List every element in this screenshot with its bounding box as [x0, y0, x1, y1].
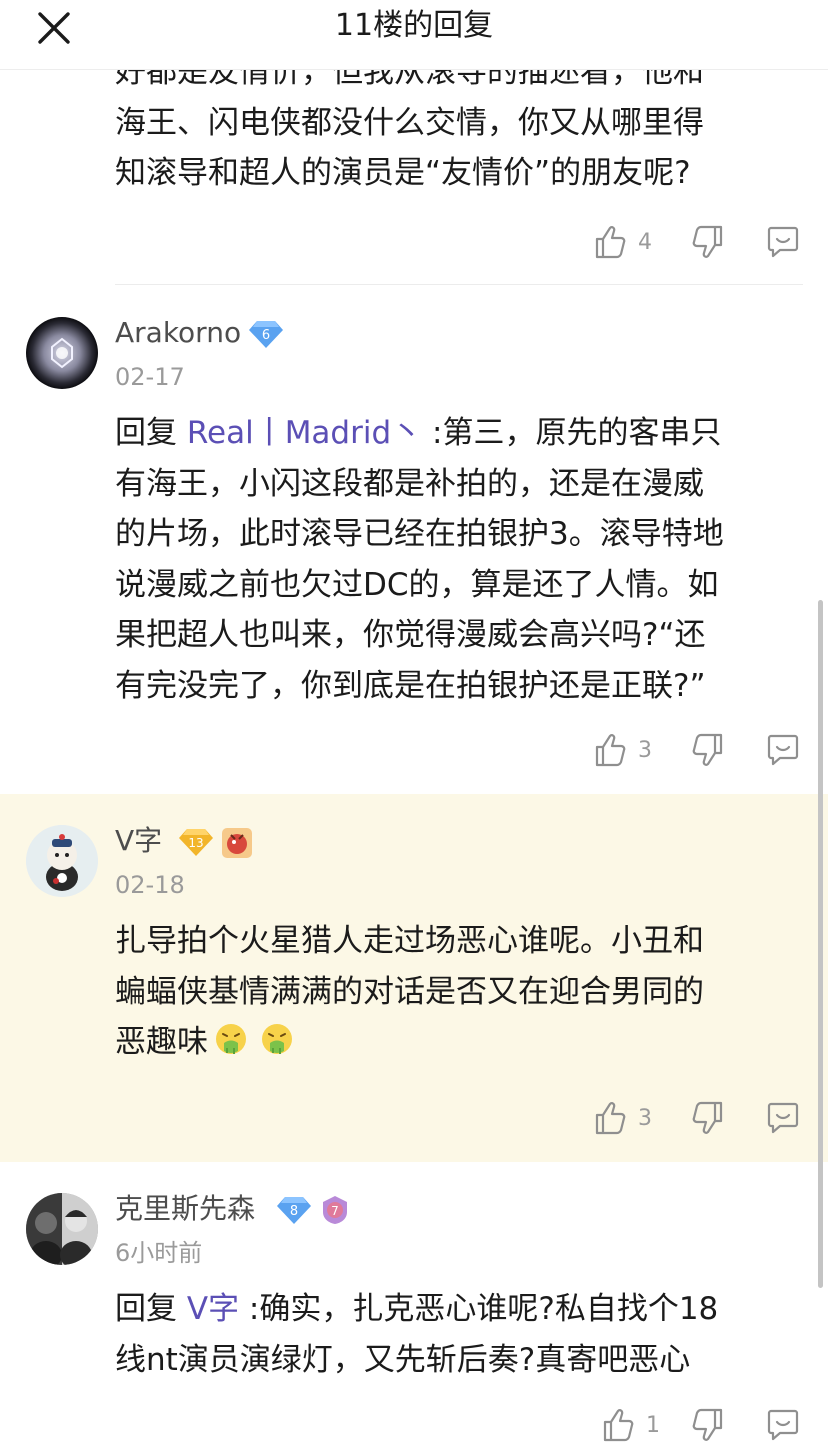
comment-actions: 1: [594, 1405, 808, 1445]
comment-line: 有完没完了，你到底是在拍银护还是正联?”: [115, 667, 706, 704]
thumbs-up-icon: [595, 1102, 626, 1135]
thumbs-down-icon: [692, 225, 723, 258]
level-badge: 8: [276, 1195, 312, 1225]
like-count: 1: [646, 1412, 660, 1438]
top-bar: 11楼的回复: [0, 0, 828, 70]
avatar[interactable]: [26, 317, 98, 389]
comment-text: 回复 Real丨Madrid丶 :第三，原先的客串只 有海王，小闪这段都是补拍的…: [115, 408, 805, 711]
page-title: 11楼的回复: [334, 8, 494, 43]
like-count: 3: [638, 1105, 652, 1131]
comment-line: 线nt演员演绿灯，又先斩后奏?真寄吧恶心: [115, 1341, 691, 1378]
like-count: 4: [638, 229, 652, 255]
dislike-button[interactable]: [690, 1098, 724, 1138]
comment-bubble-icon: [767, 1102, 799, 1134]
thumbs-up-icon: [595, 226, 626, 259]
comment-text: 好都是友情价，但我从滚导的描述看，他和 海王、闪电侠都没什么交情，你又从哪里得 …: [115, 70, 805, 199]
comment-actions: 3: [594, 1098, 808, 1138]
svg-text:8: 8: [290, 1204, 298, 1219]
svg-text:7: 7: [331, 1204, 339, 1218]
reply-button[interactable]: [766, 730, 800, 770]
divider: [115, 284, 803, 285]
comment-line: 蝙蝠侠基情满满的对话是否又在迎合男同的: [115, 973, 704, 1010]
username[interactable]: Arakorno: [115, 315, 241, 351]
fan-medal-icon: 7: [319, 1194, 351, 1226]
reply-button[interactable]: [766, 1405, 800, 1445]
comment-line: 海王、闪电侠都没什么交情，你又从哪里得: [115, 104, 704, 141]
dislike-button[interactable]: [690, 222, 724, 262]
like-button[interactable]: 3: [594, 1098, 652, 1138]
level-badge: 13: [178, 827, 214, 857]
reply-mention-link[interactable]: Real丨Madrid丶: [187, 415, 422, 451]
comment-line: 有海王，小闪这段都是补拍的，还是在漫威: [115, 465, 704, 502]
dislike-button[interactable]: [690, 1405, 724, 1445]
username[interactable]: 克里斯先森: [115, 1191, 255, 1227]
reply-button[interactable]: [766, 222, 800, 262]
comment-line: 回复 Real丨Madrid丶 :第三，原先的客串只: [115, 408, 805, 459]
comment-line-rest: :第三，原先的客串只: [422, 415, 722, 451]
reply-mention-link[interactable]: V字: [187, 1291, 239, 1327]
comment-line: 好都是友情价，但我从滚导的描述看，他和: [115, 70, 704, 90]
avatar[interactable]: [26, 825, 98, 897]
svg-text:13: 13: [188, 836, 203, 850]
comment-date: 02-17: [115, 363, 185, 391]
reply-button[interactable]: [766, 1098, 800, 1138]
comment-line: 果把超人也叫来，你觉得漫威会高兴吗?“还: [115, 617, 706, 653]
like-button[interactable]: 3: [594, 730, 652, 770]
comment-line: 说漫威之前也欠过DC的，算是还了人情。如: [115, 566, 719, 603]
comment-line-text: 恶趣味: [115, 1024, 208, 1060]
comment-bubble-icon: [767, 734, 799, 766]
vomit-emoji-icon: [216, 1024, 246, 1054]
comment-bubble-icon: [767, 226, 799, 258]
comment-list[interactable]: 好都是友情价，但我从滚导的描述看，他和 海王、闪电侠都没什么交情，你又从哪里得 …: [0, 70, 828, 1453]
comment-text: 回复 V字 :确实，扎克恶心谁呢?私自找个18 线nt演员演绿灯，又先斩后奏?真…: [115, 1284, 805, 1385]
comment-text: 扎导拍个火星猎人走过场恶心谁呢。小丑和 蝙蝠侠基情满满的对话是否又在迎合男同的 …: [115, 916, 805, 1068]
like-button[interactable]: 4: [594, 222, 652, 262]
like-button[interactable]: 1: [602, 1405, 660, 1445]
thumbs-down-icon: [692, 1408, 723, 1441]
thumbs-down-icon: [692, 733, 723, 766]
comment-line: 回复 V字 :确实，扎克恶心谁呢?私自找个18: [115, 1284, 805, 1335]
vomit-emoji-icon: [262, 1024, 292, 1054]
level-badge: 6: [248, 319, 284, 349]
comment-actions: 3: [594, 730, 808, 770]
reply-prefix: 回复: [115, 415, 187, 451]
comment-line: 恶趣味: [115, 1017, 805, 1068]
username[interactable]: V字: [115, 823, 162, 859]
comment-line: 扎导拍个火星猎人走过场恶心谁呢。小丑和: [115, 923, 704, 959]
dislike-button[interactable]: [690, 730, 724, 770]
thumbs-up-icon: [603, 1409, 634, 1442]
svg-text:6: 6: [262, 328, 270, 343]
comment-line: 的片场，此时滚导已经在拍银护3。滚导特地: [115, 516, 724, 552]
thumbs-down-icon: [692, 1101, 723, 1134]
avatar[interactable]: [26, 1193, 98, 1265]
fan-medal-icon: [221, 827, 253, 859]
reply-prefix: 回复: [115, 1291, 187, 1327]
like-count: 3: [638, 737, 652, 763]
comment-date: 02-18: [115, 871, 185, 899]
comment-bubble-icon: [767, 1409, 799, 1441]
thumbs-up-icon: [595, 734, 626, 767]
comment-date: 6小时前: [115, 1239, 203, 1267]
comment-line: 知滚导和超人的演员是“友情价”的朋友呢?: [115, 155, 691, 191]
comment-line-rest: :确实，扎克恶心谁呢?私自找个18: [239, 1291, 719, 1327]
scrollbar[interactable]: [818, 600, 823, 1288]
comment-actions: 4: [594, 222, 808, 262]
